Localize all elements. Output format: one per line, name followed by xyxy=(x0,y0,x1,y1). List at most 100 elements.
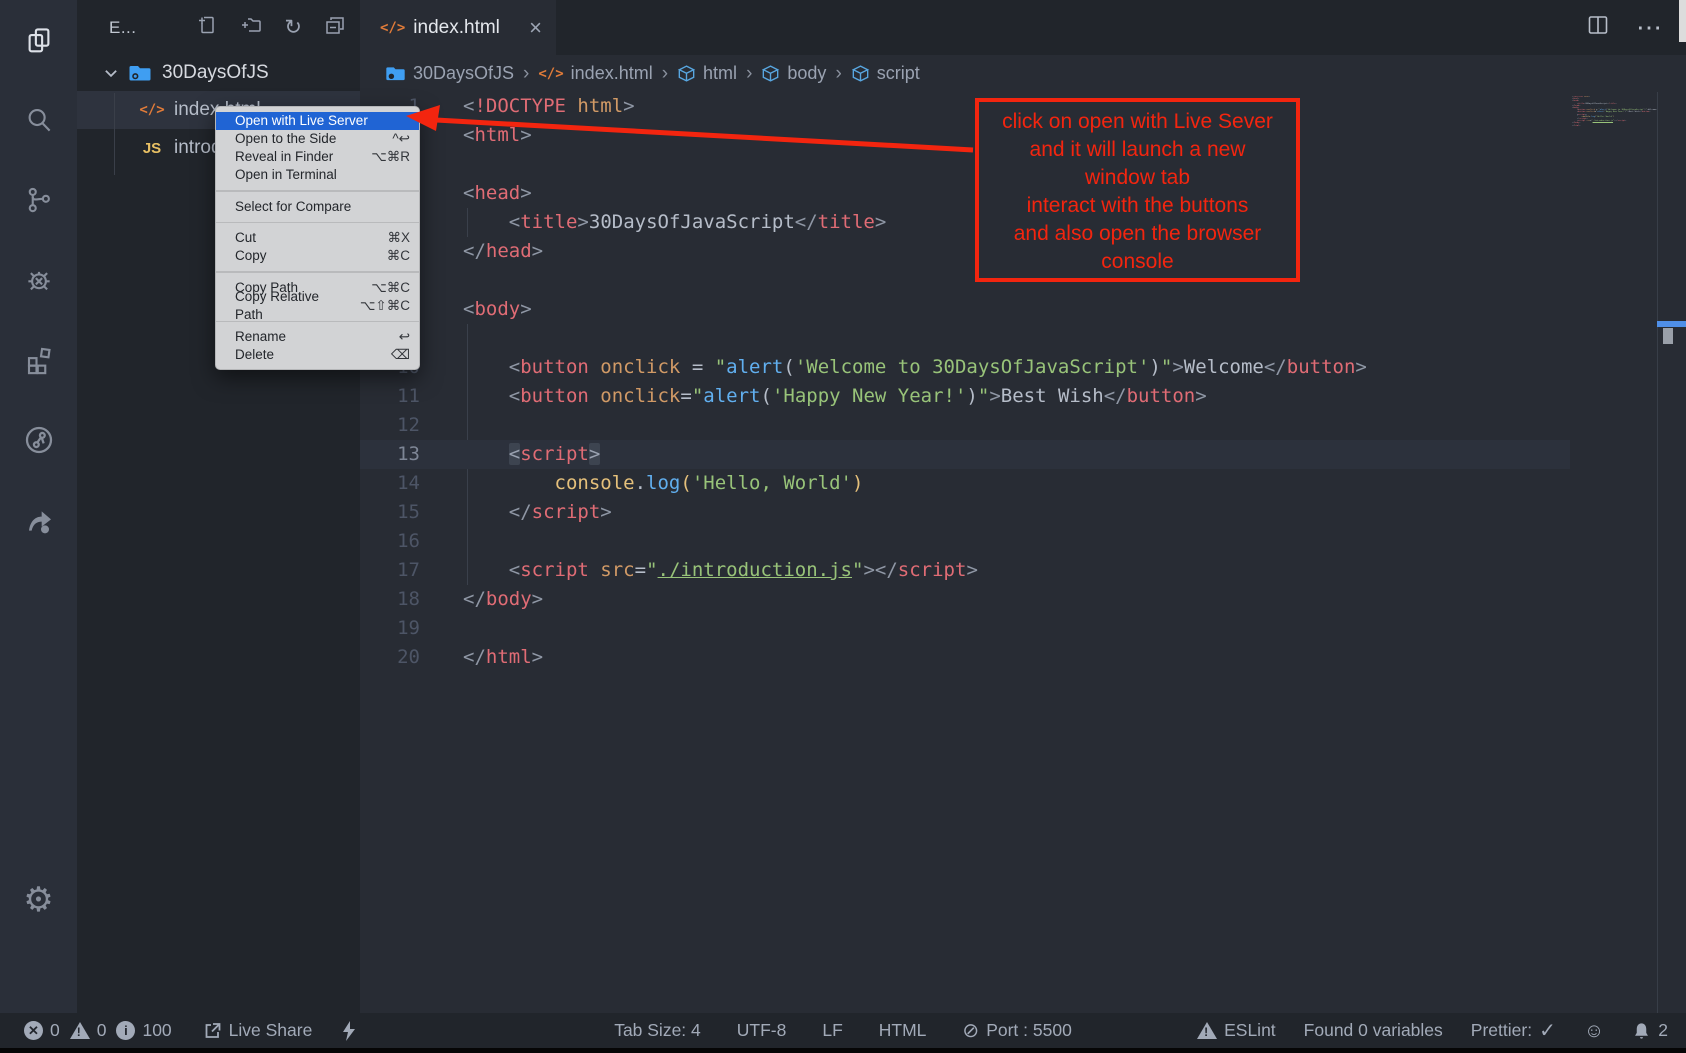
folder-icon xyxy=(385,63,406,84)
html-file-icon: </> xyxy=(139,102,165,118)
menu-item-copy[interactable]: Copy⌘C xyxy=(216,247,419,265)
tabbar-scroll-thumb[interactable] xyxy=(1679,0,1686,42)
settings-gear-icon[interactable]: ⚙ xyxy=(0,868,77,932)
code-line[interactable]: 4<head> xyxy=(360,179,1570,208)
code-line[interactable]: 14 console.log('Hello, World') xyxy=(360,469,1570,498)
check-icon: ✓ xyxy=(1539,1021,1556,1041)
menu-item-select-for-compare[interactable]: Select for Compare xyxy=(216,198,419,216)
live-server-bolt-icon[interactable] xyxy=(340,1020,358,1042)
tab-close-icon[interactable]: × xyxy=(529,17,542,39)
code-line[interactable]: 5 <title>30DaysOfJavaScript</title> xyxy=(360,208,1570,237)
code-line[interactable]: 9 xyxy=(360,324,1570,353)
warning-icon: ! xyxy=(1197,1022,1217,1039)
menu-item-cut[interactable]: Cut⌘X xyxy=(216,229,419,247)
info-count[interactable]: i 100 xyxy=(116,1020,171,1041)
overview-ruler-marker xyxy=(1657,321,1686,327)
extensions-icon[interactable] xyxy=(0,320,77,400)
tree-folder-30daysofjs[interactable]: 30DaysOfJS xyxy=(77,55,360,91)
search-icon[interactable] xyxy=(0,80,77,160)
menu-item-delete[interactable]: Delete⌫ xyxy=(216,346,419,364)
code-line[interactable]: 13 <script> xyxy=(360,440,1570,469)
prettier-status[interactable]: Prettier: ✓ xyxy=(1471,1020,1556,1041)
line-number: 12 xyxy=(360,411,420,440)
code-line[interactable]: 3 xyxy=(360,150,1570,179)
line-number: 14 xyxy=(360,469,420,498)
code-line[interactable]: 11 <button onclick="alert('Happy New Yea… xyxy=(360,382,1570,411)
folder-icon xyxy=(127,61,153,85)
code-line[interactable]: 16 xyxy=(360,527,1570,556)
menu-item-rename[interactable]: Rename↩ xyxy=(216,328,419,346)
breadcrumb-item-script[interactable]: script xyxy=(851,63,920,84)
line-number: 19 xyxy=(360,614,420,643)
line-number: 20 xyxy=(360,643,420,672)
explorer-title: E... xyxy=(109,18,137,38)
code-line[interactable]: 7 xyxy=(360,266,1570,295)
menu-item-reveal-in-finder[interactable]: Reveal in Finder⌥⌘R xyxy=(216,148,419,166)
language-indicator[interactable]: HTML xyxy=(879,1020,927,1041)
feedback-smiley-icon[interactable]: ☺ xyxy=(1584,1021,1604,1041)
breadcrumb-item-html[interactable]: html xyxy=(677,63,737,84)
menu-separator xyxy=(216,222,419,224)
split-editor-icon[interactable] xyxy=(1586,13,1610,42)
problems-errors[interactable]: ✕ 0 xyxy=(24,1020,60,1041)
menu-item-open-to-the-side[interactable]: Open to the Side^↩ xyxy=(216,130,419,148)
info-icon: i xyxy=(116,1021,135,1040)
window-bottom-edge xyxy=(0,1048,1686,1053)
code-line[interactable]: 12 xyxy=(360,411,1570,440)
variables-status[interactable]: Found 0 variables xyxy=(1304,1020,1443,1041)
minimap[interactable]: <!DOCTYPE html><html><head> <title>30Day… xyxy=(1572,96,1657,236)
html-file-icon: </> xyxy=(538,66,563,82)
chevron-down-icon xyxy=(103,65,119,81)
line-number: 17 xyxy=(360,556,420,585)
refresh-icon[interactable]: ↻ xyxy=(284,17,302,38)
explorer-icon[interactable] xyxy=(0,0,77,80)
menu-shortcut: ⌫ xyxy=(391,346,410,364)
live-share-button[interactable]: Live Share xyxy=(202,1020,313,1041)
breadcrumb-item-body[interactable]: body xyxy=(761,63,826,84)
code-line[interactable]: 15 </script> xyxy=(360,498,1570,527)
source-control-icon[interactable] xyxy=(0,160,77,240)
code-line[interactable]: 19 xyxy=(360,614,1570,643)
new-folder-icon[interactable] xyxy=(240,14,262,41)
notifications-bell[interactable]: 2 xyxy=(1632,1020,1668,1041)
code-line[interactable]: 20</html> xyxy=(360,643,1570,672)
menu-item-open-with-live-server[interactable]: Open with Live Server xyxy=(216,112,419,130)
breadcrumb-separator: › xyxy=(835,63,841,85)
code-line[interactable]: 17 <script src="./introduction.js"></scr… xyxy=(360,556,1570,585)
port-indicator[interactable]: ⊘ Port : 5500 xyxy=(962,1020,1071,1041)
folder-label: 30DaysOfJS xyxy=(162,62,269,84)
gitlens-icon[interactable] xyxy=(0,400,77,480)
encoding-indicator[interactable]: UTF-8 xyxy=(737,1020,787,1041)
code-line[interactable]: 8<body> xyxy=(360,295,1570,324)
problems-warnings[interactable]: ! 0 xyxy=(70,1020,107,1041)
code-line[interactable]: 10 <button onclick = "alert('Welcome to … xyxy=(360,353,1570,382)
code-line[interactable]: 6</head> xyxy=(360,237,1570,266)
menu-item-open-in-terminal[interactable]: Open in Terminal xyxy=(216,166,419,184)
eol-indicator[interactable]: LF xyxy=(822,1020,842,1041)
tab-index-html[interactable]: </> index.html × xyxy=(360,0,556,55)
code-line[interactable]: 1<!DOCTYPE html> xyxy=(360,92,1570,121)
breadcrumb-item-folder[interactable]: 30DaysOfJS xyxy=(385,63,514,84)
js-file-icon: JS xyxy=(139,140,165,157)
symbol-cube-icon xyxy=(761,64,780,83)
code-line[interactable]: 18</body> xyxy=(360,585,1570,614)
warning-icon: ! xyxy=(70,1022,90,1039)
menu-shortcut: ⌥⌘C xyxy=(371,279,410,297)
breadcrumb-item-file[interactable]: </> index.html xyxy=(538,63,652,84)
eslint-status[interactable]: ! ESLint xyxy=(1197,1020,1276,1041)
menu-item-copy-relative-path[interactable]: Copy Relative Path⌥⇧⌘C xyxy=(216,297,419,315)
breadcrumb: 30DaysOfJS › </> index.html › html › bod… xyxy=(360,55,1686,92)
live-share-icon[interactable] xyxy=(0,480,77,560)
tab-size-indicator[interactable]: Tab Size: 4 xyxy=(614,1020,701,1041)
symbol-cube-icon xyxy=(851,64,870,83)
explorer-header: E... ↻ xyxy=(77,0,360,55)
editor-scrollbar-thumb[interactable] xyxy=(1663,328,1673,344)
new-file-icon[interactable] xyxy=(196,14,218,41)
debug-icon[interactable] xyxy=(0,240,77,320)
vscode-window: ⚙ E... ↻ xyxy=(0,0,1686,1053)
status-bar: ✕ 0 ! 0 i 100 Live Share Tab Size: 4 UTF… xyxy=(0,1013,1686,1048)
collapse-folders-icon[interactable] xyxy=(324,14,346,41)
more-actions-icon[interactable]: ⋯ xyxy=(1636,12,1664,43)
tree-indent-guide xyxy=(114,93,115,175)
code-line[interactable]: 2<html> xyxy=(360,121,1570,150)
